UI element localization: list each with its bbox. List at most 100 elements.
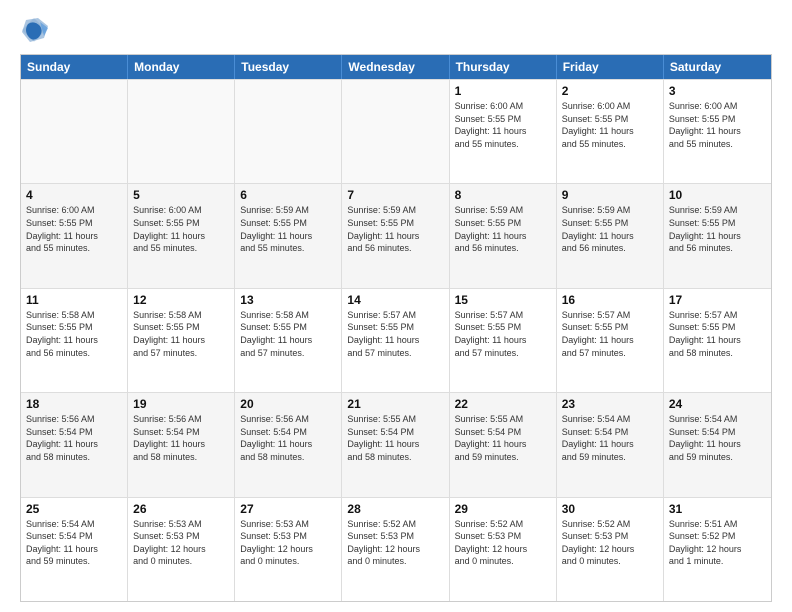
day-number: 2 — [562, 84, 658, 98]
day-info: Sunrise: 5:52 AM Sunset: 5:53 PM Dayligh… — [347, 518, 443, 568]
day-cell-20: 20 Sunrise: 5:56 AM Sunset: 5:54 PM Dayli… — [235, 393, 342, 496]
day-cell-5: 5Sunrise: 6:00 AM Sunset: 5:55 PM Daylig… — [128, 184, 235, 287]
day-info: Sunrise: 5:56 AM Sunset: 5:54 PM Dayligh… — [133, 413, 229, 463]
weekday-header-tuesday: Tuesday — [235, 55, 342, 79]
day-number: 16 — [562, 293, 658, 307]
day-info: Sunrise: 5:51 AM Sunset: 5:52 PM Dayligh… — [669, 518, 766, 568]
day-number: 27 — [240, 502, 336, 516]
calendar-row-0: 1 Sunrise: 6:00 AM Sunset: 5:55 PM Daylig… — [21, 79, 771, 183]
day-cell-3: 3 Sunrise: 6:00 AM Sunset: 5:55 PM Daylig… — [664, 80, 771, 183]
day-number: 17 — [669, 293, 766, 307]
empty-cell-0-1 — [128, 80, 235, 183]
page: SundayMondayTuesdayWednesdayThursdayFrid… — [0, 0, 792, 612]
day-number: 28 — [347, 502, 443, 516]
day-info: Sunrise: 6:00 AM Sunset: 5:55 PM Dayligh… — [669, 100, 766, 150]
logo-icon — [20, 16, 48, 44]
day-number: 13 — [240, 293, 336, 307]
day-cell-29: 29 Sunrise: 5:52 AM Sunset: 5:53 PM Dayli… — [450, 498, 557, 601]
day-cell-26: 26 Sunrise: 5:53 AM Sunset: 5:53 PM Dayli… — [128, 498, 235, 601]
day-number: 30 — [562, 502, 658, 516]
calendar-row-4: 25 Sunrise: 5:54 AM Sunset: 5:54 PM Dayli… — [21, 497, 771, 601]
day-number: 20 — [240, 397, 336, 411]
day-number: 23 — [562, 397, 658, 411]
day-info: Sunrise: 5:55 AM Sunset: 5:54 PM Dayligh… — [347, 413, 443, 463]
day-number: 6 — [240, 188, 336, 202]
day-number: 15 — [455, 293, 551, 307]
day-info: Sunrise: 5:53 AM Sunset: 5:53 PM Dayligh… — [133, 518, 229, 568]
day-number: 25 — [26, 502, 122, 516]
day-info: Sunrise: 5:57 AM Sunset: 5:55 PM Dayligh… — [562, 309, 658, 359]
day-number: 9 — [562, 188, 658, 202]
day-info: Sunrise: 5:54 AM Sunset: 5:54 PM Dayligh… — [26, 518, 122, 568]
day-info: Sunrise: 5:58 AM Sunset: 5:55 PM Dayligh… — [133, 309, 229, 359]
day-cell-9: 9Sunrise: 5:59 AM Sunset: 5:55 PM Daylig… — [557, 184, 664, 287]
calendar-body: 1 Sunrise: 6:00 AM Sunset: 5:55 PM Daylig… — [21, 79, 771, 601]
day-cell-8: 8 Sunrise: 5:59 AM Sunset: 5:55 PM Daylig… — [450, 184, 557, 287]
day-info: Sunrise: 5:52 AM Sunset: 5:53 PM Dayligh… — [455, 518, 551, 568]
day-number: 18 — [26, 397, 122, 411]
day-cell-28: 28 Sunrise: 5:52 AM Sunset: 5:53 PM Dayli… — [342, 498, 449, 601]
weekday-header-friday: Friday — [557, 55, 664, 79]
day-info: Sunrise: 5:53 AM Sunset: 5:53 PM Dayligh… — [240, 518, 336, 568]
day-info: Sunrise: 5:56 AM Sunset: 5:54 PM Dayligh… — [240, 413, 336, 463]
day-cell-30: 30 Sunrise: 5:52 AM Sunset: 5:53 PM Dayli… — [557, 498, 664, 601]
empty-cell-0-3 — [342, 80, 449, 183]
day-cell-25: 25 Sunrise: 5:54 AM Sunset: 5:54 PM Dayli… — [21, 498, 128, 601]
day-number: 29 — [455, 502, 551, 516]
day-cell-13: 13 Sunrise: 5:58 AM Sunset: 5:55 PM Dayli… — [235, 289, 342, 392]
calendar-row-3: 18 Sunrise: 5:56 AM Sunset: 5:54 PM Dayli… — [21, 392, 771, 496]
day-cell-16: 16 Sunrise: 5:57 AM Sunset: 5:55 PM Dayli… — [557, 289, 664, 392]
day-info: Sunrise: 6:00 AM Sunset: 5:55 PM Dayligh… — [26, 204, 122, 254]
day-info: Sunrise: 5:54 AM Sunset: 5:54 PM Dayligh… — [562, 413, 658, 463]
day-number: 19 — [133, 397, 229, 411]
day-cell-17: 17Sunrise: 5:57 AM Sunset: 5:55 PM Dayli… — [664, 289, 771, 392]
day-info: Sunrise: 5:58 AM Sunset: 5:55 PM Dayligh… — [26, 309, 122, 359]
day-info: Sunrise: 5:52 AM Sunset: 5:53 PM Dayligh… — [562, 518, 658, 568]
empty-cell-0-0 — [21, 80, 128, 183]
day-number: 31 — [669, 502, 766, 516]
logo — [20, 16, 52, 44]
day-info: Sunrise: 5:58 AM Sunset: 5:55 PM Dayligh… — [240, 309, 336, 359]
day-cell-23: 23 Sunrise: 5:54 AM Sunset: 5:54 PM Dayli… — [557, 393, 664, 496]
day-info: Sunrise: 5:56 AM Sunset: 5:54 PM Dayligh… — [26, 413, 122, 463]
day-info: Sunrise: 5:54 AM Sunset: 5:54 PM Dayligh… — [669, 413, 766, 463]
calendar-row-1: 4 Sunrise: 6:00 AM Sunset: 5:55 PM Daylig… — [21, 183, 771, 287]
day-cell-11: 11Sunrise: 5:58 AM Sunset: 5:55 PM Dayli… — [21, 289, 128, 392]
day-cell-18: 18 Sunrise: 5:56 AM Sunset: 5:54 PM Dayli… — [21, 393, 128, 496]
empty-cell-0-2 — [235, 80, 342, 183]
day-number: 14 — [347, 293, 443, 307]
day-number: 4 — [26, 188, 122, 202]
day-number: 3 — [669, 84, 766, 98]
day-number: 1 — [455, 84, 551, 98]
day-cell-4: 4 Sunrise: 6:00 AM Sunset: 5:55 PM Daylig… — [21, 184, 128, 287]
calendar: SundayMondayTuesdayWednesdayThursdayFrid… — [20, 54, 772, 602]
day-info: Sunrise: 6:00 AM Sunset: 5:55 PM Dayligh… — [562, 100, 658, 150]
day-number: 8 — [455, 188, 551, 202]
day-info: Sunrise: 5:59 AM Sunset: 5:55 PM Dayligh… — [347, 204, 443, 254]
weekday-header-thursday: Thursday — [450, 55, 557, 79]
weekday-header-monday: Monday — [128, 55, 235, 79]
day-info: Sunrise: 5:59 AM Sunset: 5:55 PM Dayligh… — [240, 204, 336, 254]
day-cell-10: 10 Sunrise: 5:59 AM Sunset: 5:55 PM Dayli… — [664, 184, 771, 287]
day-number: 24 — [669, 397, 766, 411]
day-cell-27: 27 Sunrise: 5:53 AM Sunset: 5:53 PM Dayli… — [235, 498, 342, 601]
day-cell-7: 7 Sunrise: 5:59 AM Sunset: 5:55 PM Daylig… — [342, 184, 449, 287]
day-cell-19: 19 Sunrise: 5:56 AM Sunset: 5:54 PM Dayli… — [128, 393, 235, 496]
calendar-header: SundayMondayTuesdayWednesdayThursdayFrid… — [21, 55, 771, 79]
day-info: Sunrise: 5:59 AM Sunset: 5:55 PM Dayligh… — [669, 204, 766, 254]
day-number: 10 — [669, 188, 766, 202]
day-cell-14: 14Sunrise: 5:57 AM Sunset: 5:55 PM Dayli… — [342, 289, 449, 392]
day-number: 21 — [347, 397, 443, 411]
day-cell-1: 1 Sunrise: 6:00 AM Sunset: 5:55 PM Daylig… — [450, 80, 557, 183]
day-info: Sunrise: 5:59 AM Sunset: 5:55 PM Dayligh… — [455, 204, 551, 254]
day-cell-6: 6 Sunrise: 5:59 AM Sunset: 5:55 PM Daylig… — [235, 184, 342, 287]
day-info: Sunrise: 6:00 AM Sunset: 5:55 PM Dayligh… — [455, 100, 551, 150]
day-cell-15: 15 Sunrise: 5:57 AM Sunset: 5:55 PM Dayli… — [450, 289, 557, 392]
day-number: 7 — [347, 188, 443, 202]
day-number: 26 — [133, 502, 229, 516]
day-info: Sunrise: 5:57 AM Sunset: 5:55 PM Dayligh… — [455, 309, 551, 359]
day-number: 22 — [455, 397, 551, 411]
day-info: Sunrise: 5:55 AM Sunset: 5:54 PM Dayligh… — [455, 413, 551, 463]
day-info: Sunrise: 6:00 AM Sunset: 5:55 PM Dayligh… — [133, 204, 229, 254]
day-cell-24: 24 Sunrise: 5:54 AM Sunset: 5:54 PM Dayli… — [664, 393, 771, 496]
